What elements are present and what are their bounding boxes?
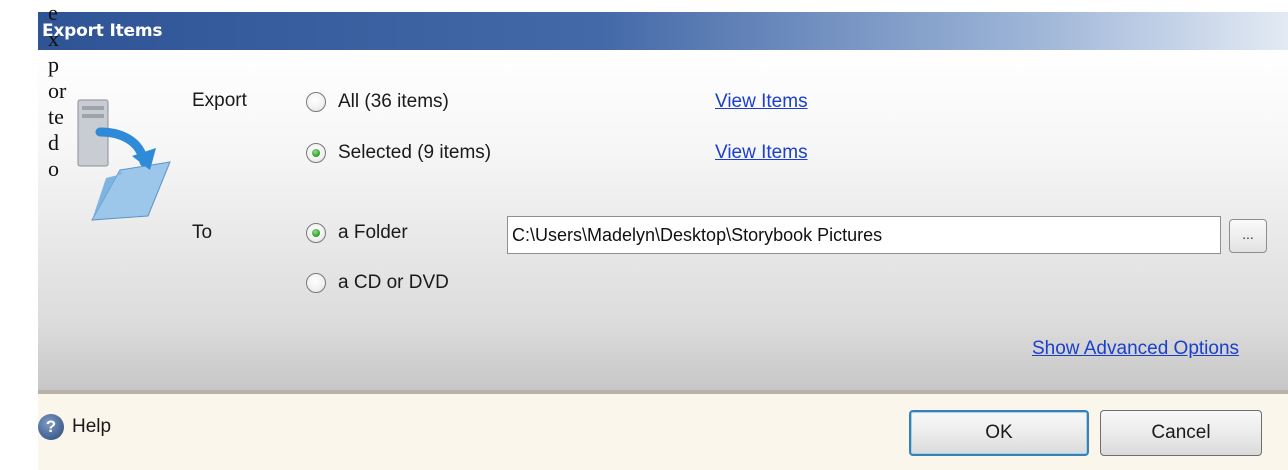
export-label: Export: [192, 90, 247, 111]
export-selected-radio[interactable]: Selected (9 items): [306, 142, 491, 164]
export-selected-label: Selected (9 items): [338, 142, 492, 163]
radio-circle[interactable]: [306, 143, 326, 163]
help-button[interactable]: ? Help: [38, 414, 111, 440]
folder-path-input[interactable]: C:\Users\Madelyn\Desktop\Storybook Pictu…: [507, 216, 1221, 254]
to-folder-label: a Folder: [338, 222, 408, 243]
help-icon: ?: [38, 414, 64, 440]
view-items-all-link[interactable]: View Items: [715, 91, 808, 113]
icon-alt-text: exported o: [48, 0, 67, 181]
show-advanced-options-link[interactable]: Show Advanced Options: [1032, 338, 1239, 360]
help-label: Help: [72, 416, 112, 437]
cancel-button[interactable]: Cancel: [1100, 410, 1262, 456]
to-folder-radio[interactable]: a Folder: [306, 222, 408, 244]
export-all-radio[interactable]: All (36 items): [306, 91, 449, 113]
radio-circle[interactable]: [306, 92, 326, 112]
ok-button[interactable]: OK: [909, 410, 1089, 456]
title-bar: Export Items: [38, 12, 1288, 50]
to-cd-dvd-radio[interactable]: a CD or DVD: [306, 272, 449, 294]
export-folder-icon: [77, 99, 171, 221]
browse-button[interactable]: ...: [1229, 219, 1267, 253]
export-items-dialog: Export Items exported o Export All (36 i…: [0, 0, 1288, 470]
view-items-selected-link[interactable]: View Items: [715, 142, 808, 164]
to-cd-dvd-label: a CD or DVD: [338, 272, 449, 293]
radio-circle[interactable]: [306, 223, 326, 243]
radio-circle[interactable]: [306, 273, 326, 293]
export-all-label: All (36 items): [338, 91, 449, 112]
to-label: To: [192, 222, 213, 243]
